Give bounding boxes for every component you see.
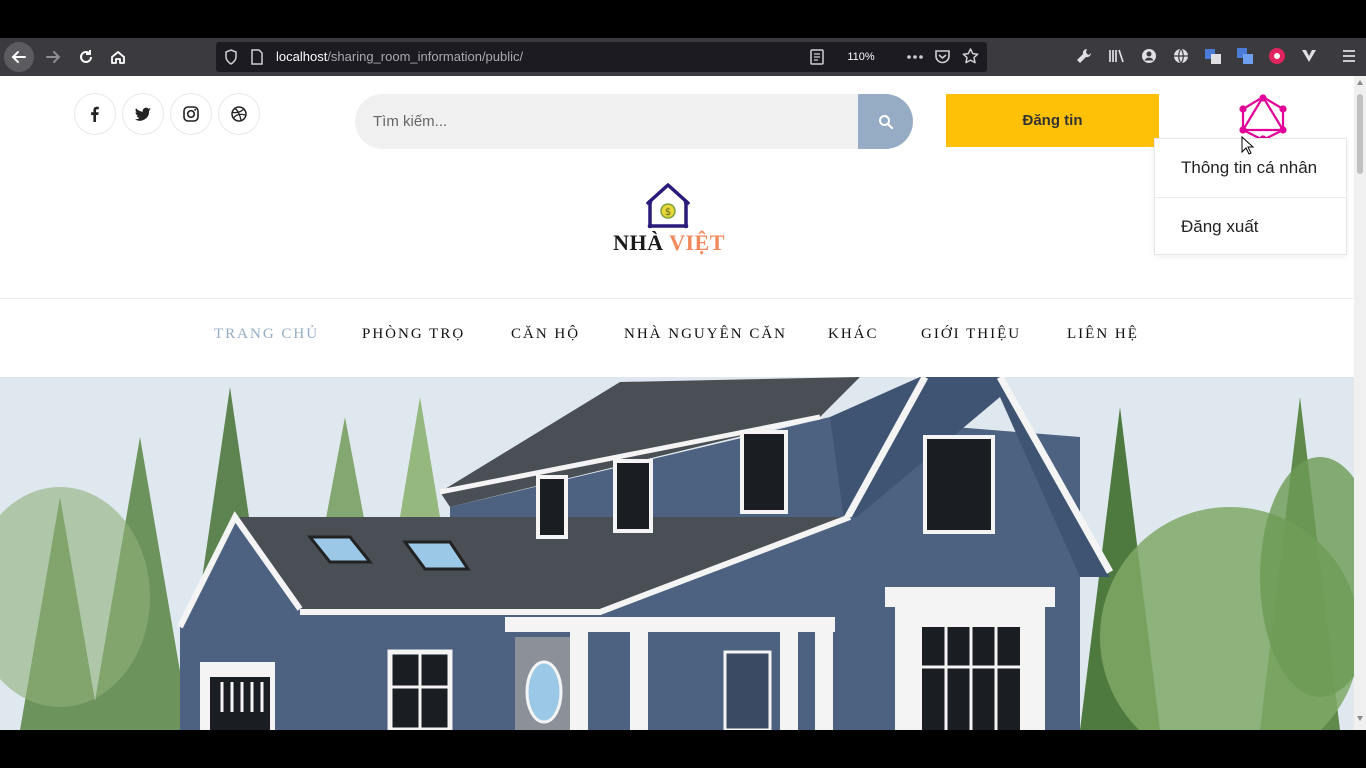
svg-text:$: $ bbox=[665, 207, 671, 218]
library-icon[interactable] bbox=[1107, 47, 1125, 70]
reload-icon bbox=[80, 50, 92, 63]
scroll-down-arrow[interactable] bbox=[1357, 716, 1363, 721]
nav-item-apartments[interactable]: CĂN HỘ bbox=[511, 326, 580, 343]
instagram-link[interactable] bbox=[170, 93, 212, 135]
extension-red-icon[interactable] bbox=[1268, 47, 1286, 70]
logout-menu-item[interactable]: Đăng xuất bbox=[1181, 217, 1259, 237]
search-input[interactable] bbox=[355, 94, 858, 149]
home-icon bbox=[111, 51, 125, 64]
more-actions-icon[interactable] bbox=[906, 49, 924, 65]
nav-item-whole-house[interactable]: NHÀ NGUYÊN CĂN bbox=[624, 326, 787, 343]
search-bar bbox=[355, 94, 913, 149]
post-listing-button[interactable]: Đăng tin bbox=[946, 94, 1159, 147]
scroll-up-arrow[interactable] bbox=[1357, 80, 1363, 85]
bookmark-star-icon[interactable] bbox=[961, 47, 980, 66]
facebook-icon bbox=[91, 106, 99, 122]
zoom-level[interactable]: 110% bbox=[836, 47, 886, 67]
scrollbar-thumb[interactable] bbox=[1357, 94, 1363, 174]
dribbble-icon bbox=[231, 106, 247, 122]
home-button[interactable] bbox=[103, 42, 133, 72]
site-logo[interactable]: $ NHÀ VIỆT bbox=[609, 180, 729, 260]
user-avatar-graphql-icon[interactable] bbox=[1238, 94, 1288, 142]
logo-word-nha: NHÀ bbox=[613, 230, 664, 255]
logo-word-viet: VIỆT bbox=[669, 230, 725, 255]
dribbble-link[interactable] bbox=[218, 93, 260, 135]
nav-item-rooms[interactable]: PHÒNG TRỌ bbox=[362, 326, 465, 343]
arrow-right-icon bbox=[46, 51, 61, 63]
reader-view-icon[interactable] bbox=[810, 49, 824, 65]
main-navigation: TRANG CHỦ PHÒNG TRỌ CĂN HỘ NHÀ NGUYÊN CĂ… bbox=[0, 326, 1354, 350]
wrench-icon[interactable] bbox=[1075, 47, 1093, 70]
url-text[interactable]: localhost/sharing_room_information/publi… bbox=[276, 49, 523, 64]
hero-banner-image bbox=[0, 377, 1354, 730]
video-letterbox-bottom bbox=[0, 730, 1366, 768]
back-button[interactable] bbox=[4, 42, 34, 72]
search-button[interactable] bbox=[858, 94, 913, 149]
account-icon[interactable] bbox=[1140, 47, 1158, 70]
header-divider bbox=[0, 298, 1354, 299]
twitter-link[interactable] bbox=[122, 93, 164, 135]
reload-button[interactable] bbox=[71, 42, 101, 72]
extension-translate2-icon[interactable] bbox=[1236, 47, 1254, 70]
url-host: localhost bbox=[276, 49, 328, 64]
video-letterbox-top bbox=[0, 0, 1366, 38]
url-path: /sharing_room_information/public/ bbox=[327, 49, 524, 64]
hamburger-menu-icon[interactable] bbox=[1340, 47, 1358, 70]
instagram-icon bbox=[183, 106, 199, 122]
page-scrollbar[interactable] bbox=[1354, 76, 1366, 730]
forward-button[interactable] bbox=[38, 42, 68, 72]
extension-globe-icon[interactable] bbox=[1172, 47, 1190, 70]
nav-item-contact[interactable]: LIÊN HỆ bbox=[1067, 326, 1139, 343]
web-page: Đăng tin Thông tin cá nhân Đăng xuất $ N… bbox=[0, 76, 1354, 730]
shield-icon[interactable] bbox=[224, 49, 238, 65]
house-illustration bbox=[0, 377, 1354, 730]
mouse-cursor-icon bbox=[1241, 136, 1255, 155]
arrow-left-icon bbox=[11, 51, 26, 63]
facebook-link[interactable] bbox=[74, 93, 116, 135]
browser-toolbar: localhost/sharing_room_information/publi… bbox=[0, 38, 1366, 76]
extension-translate-icon[interactable] bbox=[1204, 47, 1222, 70]
page-info-icon[interactable] bbox=[250, 49, 264, 65]
house-money-icon: $ bbox=[646, 183, 690, 229]
pocket-icon[interactable] bbox=[934, 48, 951, 65]
twitter-icon bbox=[134, 107, 151, 121]
dropdown-divider bbox=[1155, 197, 1346, 198]
search-icon bbox=[878, 114, 893, 129]
logo-text: NHÀ VIỆT bbox=[609, 230, 729, 256]
extension-v-icon[interactable] bbox=[1300, 47, 1318, 70]
address-bar[interactable]: localhost/sharing_room_information/publi… bbox=[216, 42, 987, 72]
nav-item-other[interactable]: KHÁC bbox=[828, 326, 879, 343]
profile-menu-item[interactable]: Thông tin cá nhân bbox=[1181, 158, 1317, 178]
nav-item-home[interactable]: TRANG CHỦ bbox=[214, 326, 319, 343]
nav-item-about[interactable]: GIỚI THIỆU bbox=[921, 326, 1021, 343]
